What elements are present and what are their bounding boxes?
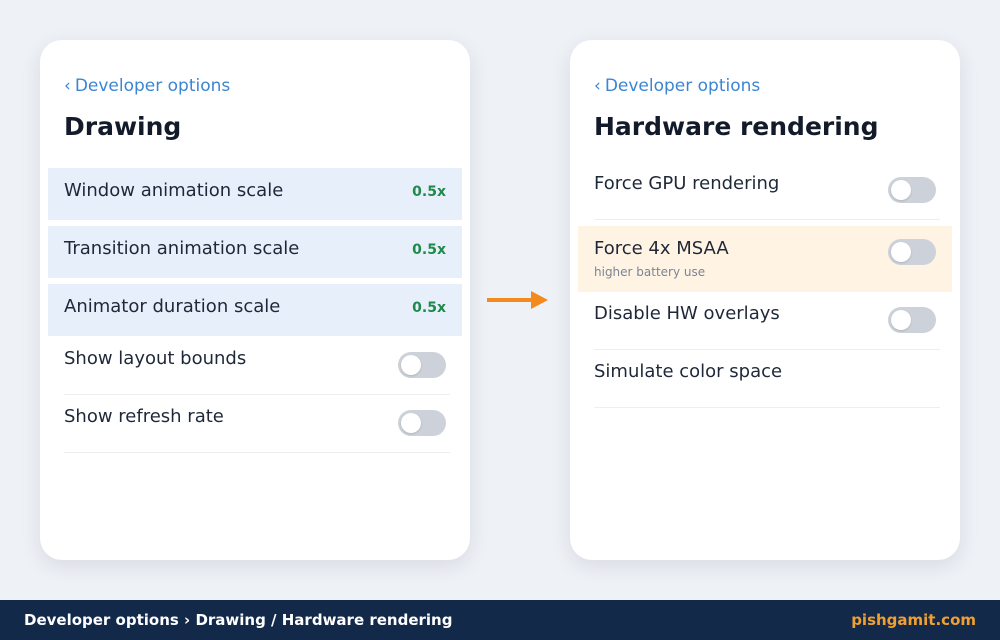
back-link[interactable]: ‹ Developer options <box>64 76 230 96</box>
page-title: Hardware rendering <box>594 112 879 141</box>
force-4x-msaa-toggle[interactable] <box>888 239 936 265</box>
footer-bar: Developer options › Drawing / Hardware r… <box>0 600 1000 640</box>
hardware-rendering-screen: ‹ Developer options Hardware rendering Fo… <box>570 40 960 560</box>
toggle-knob <box>891 180 911 200</box>
settings-row-animator-duration-scale[interactable]: Animator duration scale 0.5x <box>48 284 462 336</box>
disable-hw-overlays-toggle[interactable] <box>888 307 936 333</box>
row-label: Animator duration scale <box>64 296 281 317</box>
settings-row-simulate-color-space[interactable]: Simulate color space <box>594 350 940 408</box>
settings-row-window-animation-scale[interactable]: Window animation scale 0.5x <box>48 168 462 220</box>
settings-row-transition-animation-scale[interactable]: Transition animation scale 0.5x <box>48 226 462 278</box>
row-label: Window animation scale <box>64 180 284 201</box>
row-subtitle: higher battery use <box>594 265 706 279</box>
back-link-label: Developer options <box>604 76 761 96</box>
show-refresh-rate-toggle[interactable] <box>398 410 446 436</box>
chevron-left-icon: ‹ <box>64 76 71 96</box>
toggle-knob <box>891 242 911 262</box>
drawing-screen: ‹ Developer options Drawing Window animat… <box>40 40 470 560</box>
page-title: Drawing <box>64 112 182 141</box>
toggle-knob <box>401 355 421 375</box>
settings-row-show-refresh-rate[interactable]: Show refresh rate <box>64 395 450 453</box>
settings-row-disable-hw-overlays[interactable]: Disable HW overlays <box>594 292 940 350</box>
row-value: 0.5x <box>412 184 446 200</box>
row-label: Show refresh rate <box>64 406 224 427</box>
row-value: 0.5x <box>412 300 446 316</box>
row-label: Show layout bounds <box>64 348 247 369</box>
back-link[interactable]: ‹ Developer options <box>594 76 760 96</box>
back-link-label: Developer options <box>74 76 231 96</box>
row-value: 0.5x <box>412 242 446 258</box>
row-label: Transition animation scale <box>64 238 300 259</box>
row-label: Force GPU rendering <box>594 173 780 194</box>
force-gpu-rendering-toggle[interactable] <box>888 177 936 203</box>
toggle-knob <box>401 413 421 433</box>
chevron-left-icon: ‹ <box>594 76 601 96</box>
row-label: Force 4x MSAA <box>594 238 729 259</box>
row-label: Disable HW overlays <box>594 303 780 324</box>
toggle-knob <box>891 310 911 330</box>
breadcrumb: Developer options › Drawing / Hardware r… <box>24 611 453 629</box>
brand-label: pishgamit.com <box>851 611 976 629</box>
settings-row-show-layout-bounds[interactable]: Show layout bounds <box>64 337 450 395</box>
settings-row-force-gpu-rendering[interactable]: Force GPU rendering <box>594 162 940 220</box>
show-layout-bounds-toggle[interactable] <box>398 352 446 378</box>
settings-row-force-4x-msaa[interactable]: Force 4x MSAA higher battery use <box>578 226 952 292</box>
stage: ‹ Developer options Drawing Window animat… <box>0 0 1000 600</box>
row-label: Simulate color space <box>594 361 783 382</box>
arrow-right-icon <box>487 291 548 309</box>
